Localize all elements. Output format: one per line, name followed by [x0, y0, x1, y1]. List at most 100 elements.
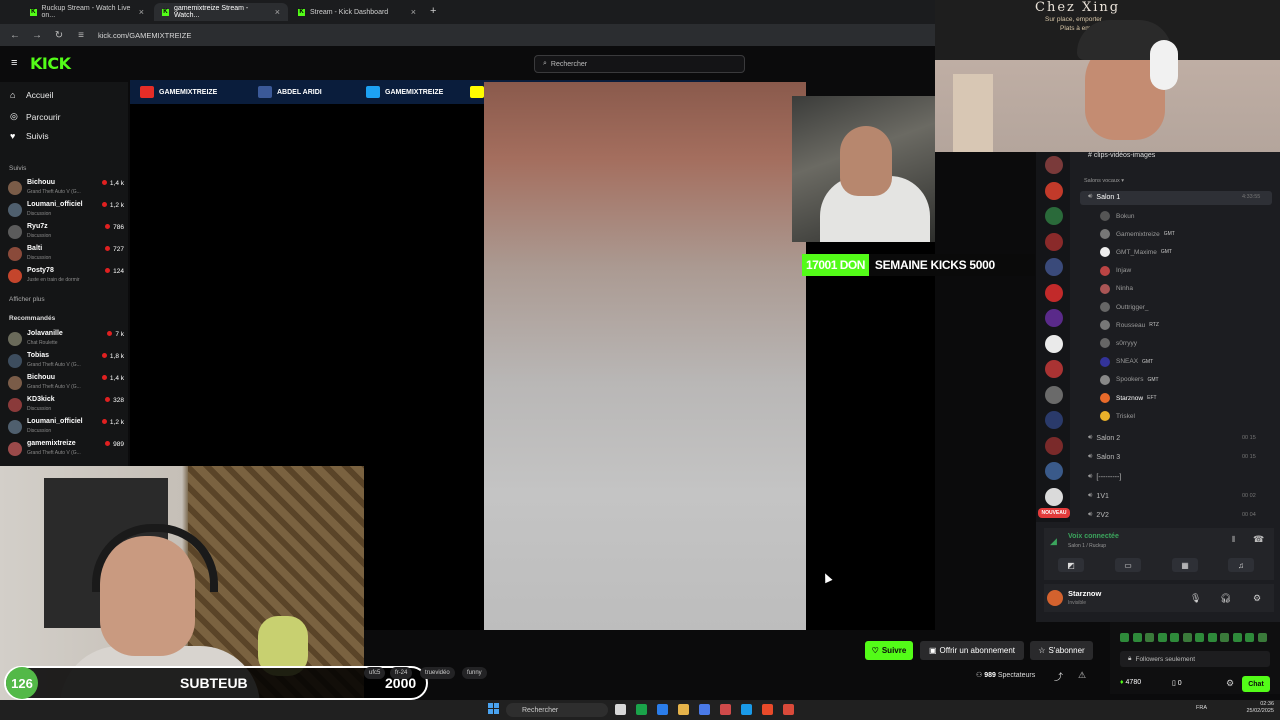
taskbar-app-icon[interactable]: [720, 704, 731, 715]
voice-user[interactable]: Triskel: [1100, 411, 1135, 422]
voice-channel[interactable]: 🔊︎ 1V1: [1088, 492, 1109, 500]
url-field[interactable]: kick.com/GAMEMIXTREIZE: [98, 31, 191, 40]
search-input[interactable]: ⌕ Rechercher: [534, 55, 745, 73]
voice-user[interactable]: Starznow EFT: [1100, 393, 1157, 403]
sidebar-channel[interactable]: Ryu7z Discussion 786: [8, 223, 124, 243]
voice-user[interactable]: Ninha: [1100, 283, 1133, 294]
forward-icon[interactable]: →: [30, 30, 44, 41]
emote-icon[interactable]: [1207, 633, 1217, 642]
voice-category[interactable]: Salons vocaux ▾: [1084, 178, 1124, 184]
voice-channel-path[interactable]: Salon 1 / Ruckup: [1068, 543, 1106, 549]
browser-tab[interactable]: K Ruckup Stream - Watch Live on... ×: [22, 3, 152, 21]
voice-channel[interactable]: 🔊︎ Salon 2: [1088, 434, 1120, 442]
taskbar-app-icon[interactable]: [657, 704, 668, 715]
voice-user[interactable]: s0rryyy: [1100, 338, 1137, 349]
voice-user[interactable]: Outtrigger_: [1100, 302, 1149, 312]
voice-user[interactable]: Rousseau RTZ: [1100, 320, 1159, 331]
sidebar-channel[interactable]: gamemixtreize Grand Theft Auto V (G... 989: [8, 440, 124, 460]
sidebar-channel[interactable]: KD3kick Discussion 328: [8, 396, 124, 416]
sidebar-channel[interactable]: Balti Discussion 727: [8, 245, 124, 265]
windows-start-icon[interactable]: [488, 703, 499, 714]
sidebar-channel[interactable]: Bichouu Grand Theft Auto V (G... 1,4 k: [8, 179, 124, 199]
text-channel[interactable]: # clips-vidéos-images: [1088, 152, 1155, 159]
browser-tab[interactable]: K Stream - Kick Dashboard ×: [290, 3, 424, 21]
emote-icon[interactable]: [1232, 633, 1242, 642]
follow-button[interactable]: ♡ Suivre: [865, 641, 913, 660]
points-balance[interactable]: ▯ 0: [1172, 679, 1182, 687]
headphones-icon[interactable]: 🎧︎: [1220, 593, 1231, 604]
nav-following[interactable]: ♥ Suivis: [10, 131, 49, 141]
stream-tag[interactable]: funny: [462, 667, 487, 679]
banner-social[interactable]: ABDEL ARIDI: [258, 86, 322, 98]
emote-icon[interactable]: [1245, 633, 1254, 642]
sidebar-channel[interactable]: Loumani_officiel Discussion 1,2 k: [8, 201, 124, 221]
banner-social[interactable]: GAMEMIXTREIZE: [366, 86, 443, 98]
chat-send-button[interactable]: Chat: [1242, 676, 1270, 692]
subscribe-button[interactable]: ☆ S'abonner: [1030, 641, 1093, 660]
emote-bar[interactable]: [1120, 632, 1270, 644]
server-icon[interactable]: [1045, 283, 1063, 302]
taskbar-app-icon[interactable]: [762, 704, 773, 715]
taskbar-app-icon[interactable]: [678, 704, 689, 715]
new-tab-icon[interactable]: +: [430, 5, 436, 17]
settings-gear-icon[interactable]: ⚙: [1253, 593, 1261, 604]
taskbar-app-icon[interactable]: [615, 704, 626, 715]
server-icon[interactable]: [1045, 411, 1063, 429]
emote-icon[interactable]: [1170, 633, 1179, 642]
voice-user[interactable]: SNEAX GMT: [1100, 356, 1153, 367]
close-tab-icon[interactable]: ×: [275, 7, 280, 17]
sidebar-channel[interactable]: Jolavanille Chat Roulette 7 k: [8, 330, 124, 350]
voice-user[interactable]: Injaw: [1100, 265, 1131, 276]
emote-icon[interactable]: [1145, 633, 1154, 642]
emote-icon[interactable]: [1220, 633, 1229, 642]
taskbar-app-icon[interactable]: [741, 704, 752, 715]
chat-settings-icon[interactable]: ⚙: [1226, 678, 1234, 689]
server-icon[interactable]: [1045, 436, 1063, 455]
server-icon[interactable]: [1045, 360, 1063, 378]
voice-channel[interactable]: 🔊︎ [---------]: [1088, 473, 1121, 481]
emote-icon[interactable]: [1195, 633, 1204, 642]
close-tab-icon[interactable]: ×: [139, 7, 144, 17]
stream-tag[interactable]: truevidéo: [420, 667, 455, 679]
kick-logo[interactable]: KICK: [30, 54, 71, 73]
nav-home[interactable]: ⌂ Accueil: [10, 90, 53, 100]
emote-icon[interactable]: [1182, 633, 1192, 642]
user-avatar[interactable]: [1047, 590, 1063, 606]
kicks-balance[interactable]: ♦ 4780: [1120, 679, 1141, 686]
server-icon[interactable]: [1045, 462, 1063, 480]
share-icon[interactable]: ⤴: [1054, 670, 1063, 683]
nav-browse[interactable]: ◎ Parcourir: [10, 111, 60, 122]
sidebar-channel[interactable]: Tobias Grand Theft Auto V (G... 1,8 k: [8, 352, 124, 372]
banner-social[interactable]: GAMEMIXTREIZE: [140, 86, 217, 98]
stream-tag[interactable]: ufc5: [364, 667, 386, 679]
voice-channel[interactable]: 🔊︎ 2V2: [1088, 511, 1109, 519]
sidebar-channel[interactable]: Posty78 Juste en train de dormir 124: [8, 267, 124, 287]
menu-icon[interactable]: ≡: [11, 57, 17, 69]
taskbar-app-icon[interactable]: [783, 704, 794, 715]
stream-tag[interactable]: fr-24: [390, 667, 413, 679]
server-icon[interactable]: [1045, 385, 1063, 404]
taskbar-search[interactable]: Rechercher: [506, 703, 608, 717]
server-icon[interactable]: [1045, 207, 1063, 225]
back-icon[interactable]: ←: [8, 30, 22, 41]
server-icon[interactable]: [1045, 487, 1063, 506]
voice-channel[interactable]: 🔊︎ Salon 3: [1088, 453, 1120, 461]
site-info-icon[interactable]: ≡: [74, 30, 88, 41]
gift-sub-button[interactable]: ▣ Offrir un abonnement: [920, 641, 1024, 660]
chat-input[interactable]: 🔒︎ Followers seulement: [1120, 651, 1270, 667]
close-tab-icon[interactable]: ×: [411, 7, 416, 17]
browser-tab-active[interactable]: Kgamemixtreize Stream - Watch... ×: [154, 3, 288, 21]
disconnect-icon[interactable]: ☎: [1253, 534, 1264, 545]
show-more-link[interactable]: Afficher plus: [9, 296, 45, 303]
taskbar-clock[interactable]: 02:36 25/02/2025: [1240, 701, 1274, 715]
server-icon[interactable]: [1045, 181, 1063, 200]
activities-button[interactable]: ▦: [1172, 558, 1198, 572]
voice-user[interactable]: Gamemixtreize GMT: [1100, 229, 1175, 240]
sidebar-channel[interactable]: Bichouu Grand Theft Auto V (G... 1,4 k: [8, 374, 124, 394]
server-icon[interactable]: [1045, 309, 1063, 327]
emote-icon[interactable]: [1120, 633, 1129, 642]
taskbar-app-icon[interactable]: [636, 704, 647, 715]
taskbar-app-icon[interactable]: [699, 704, 710, 715]
emote-icon[interactable]: [1257, 633, 1267, 642]
voice-user[interactable]: Bokun: [1100, 211, 1134, 221]
